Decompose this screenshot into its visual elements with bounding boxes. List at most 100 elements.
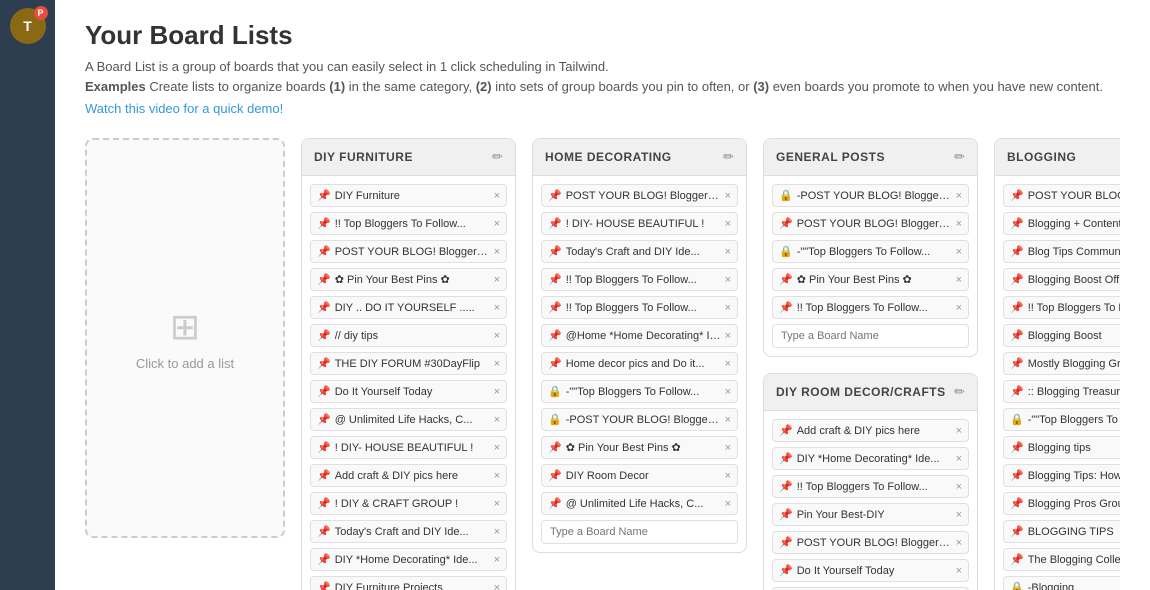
remove-board-button[interactable]: × — [956, 274, 962, 286]
remove-board-button[interactable]: × — [956, 190, 962, 202]
pin-icon: 📌 — [317, 497, 331, 510]
type-board-input[interactable] — [772, 324, 969, 348]
pin-icon: 📌 — [548, 245, 562, 258]
remove-board-button[interactable]: × — [725, 330, 731, 342]
remove-board-button[interactable]: × — [725, 302, 731, 314]
remove-board-button[interactable]: × — [956, 425, 962, 437]
board-tag: 📌!! Top Bloggers To Follow...× — [541, 268, 738, 291]
board-tag: 📌Blogging tips× — [1003, 436, 1120, 459]
remove-board-button[interactable]: × — [494, 582, 500, 590]
board-tag-text: DIY .. DO IT YOURSELF ..... — [335, 302, 490, 314]
pin-icon: 📌 — [548, 329, 562, 342]
board-tag: 📌DIY *Home Decorating* Ide...× — [310, 548, 507, 571]
remove-board-button[interactable]: × — [725, 358, 731, 370]
video-link[interactable]: Watch this video for a quick demo! — [85, 101, 283, 116]
page-description: A Board List is a group of boards that y… — [85, 57, 1120, 96]
remove-board-button[interactable]: × — [956, 565, 962, 577]
pin-icon: 📌 — [1010, 525, 1024, 538]
remove-board-button[interactable]: × — [956, 537, 962, 549]
board-tag: 📌!! Top Bloggers To Follow...× — [1003, 296, 1120, 319]
remove-board-button[interactable]: × — [494, 358, 500, 370]
remove-board-button[interactable]: × — [725, 246, 731, 258]
board-tag-text: ! DIY & CRAFT GROUP ! — [335, 498, 490, 510]
pin-icon: 📌 — [1010, 329, 1024, 342]
board-tag-text: ! DIY- HOUSE BEAUTIFUL ! — [335, 442, 490, 454]
pin-icon: 📌 — [779, 217, 793, 230]
remove-board-button[interactable]: × — [494, 330, 500, 342]
pin-icon: 📌 — [548, 357, 562, 370]
pin-icon: 📌 — [1010, 217, 1024, 230]
board-tag-text: @ Unlimited Life Hacks, C... — [335, 414, 490, 426]
board-tag: 📌Today's Craft and DIY Ide...× — [541, 240, 738, 263]
remove-board-button[interactable]: × — [494, 386, 500, 398]
board-tag: 📌Add craft & DIY pics here× — [772, 419, 969, 442]
pin-icon: 📌 — [1010, 357, 1024, 370]
add-list-box[interactable]: ⊞ Click to add a list — [85, 138, 285, 538]
board-tag-text: Add craft & DIY pics here — [335, 470, 490, 482]
board-tag-text: Add craft & DIY pics here — [797, 425, 952, 437]
pin-icon: 📌 — [317, 273, 331, 286]
remove-board-button[interactable]: × — [956, 218, 962, 230]
remove-board-button[interactable]: × — [725, 414, 731, 426]
remove-board-button[interactable]: × — [956, 481, 962, 493]
board-tag: 📌 DIY .. DO IT YOURSELF ..... × — [310, 296, 507, 319]
board-tag-text: ✿ Pin Your Best Pins ✿ — [797, 273, 952, 286]
lock-icon: 🔒 — [1010, 413, 1024, 426]
remove-board-button[interactable]: × — [725, 190, 731, 202]
remove-board-button[interactable]: × — [956, 246, 962, 258]
board-tag: 📌✿ Pin Your Best Pins ✿× — [772, 268, 969, 291]
pin-icon: 📌 — [317, 525, 331, 538]
column-header-home-decorating: HOME DECORATING✏ — [533, 139, 746, 176]
board-tag-text: !! Top Bloggers To Follow... — [1028, 302, 1120, 314]
pin-icon: 📌 — [548, 273, 562, 286]
remove-board-button[interactable]: × — [494, 190, 500, 202]
board-tag-text: !! Top Bloggers To Follow... — [335, 218, 490, 230]
board-tag: 🔒-POST YOUR BLOG! Bloggers...× — [541, 408, 738, 431]
board-tag: 📌:: Blogging Treasure ::× — [1003, 380, 1120, 403]
remove-board-button[interactable]: × — [725, 274, 731, 286]
pin-icon: 📌 — [779, 564, 793, 577]
board-tag-text: Blogging Boost — [1028, 330, 1120, 342]
remove-board-button[interactable]: × — [494, 498, 500, 510]
pin-icon: 📌 — [548, 469, 562, 482]
remove-board-button[interactable]: × — [494, 302, 500, 314]
type-board-input[interactable] — [541, 520, 738, 544]
remove-board-button[interactable]: × — [494, 554, 500, 566]
remove-board-button[interactable]: × — [725, 218, 731, 230]
pin-icon: 📌 — [1010, 385, 1024, 398]
board-tag: 📌@ Unlimited Life Hacks, C...× — [310, 408, 507, 431]
remove-board-button[interactable]: × — [494, 526, 500, 538]
main-content: Your Board Lists A Board List is a group… — [55, 0, 1150, 590]
remove-board-button[interactable]: × — [725, 470, 731, 482]
remove-board-button[interactable]: × — [494, 274, 500, 286]
avatar[interactable]: T P — [10, 8, 46, 44]
board-tag: 🔒-Blogging× — [1003, 576, 1120, 590]
pin-icon: 📌 — [317, 189, 331, 202]
remove-board-button[interactable]: × — [725, 498, 731, 510]
remove-board-button[interactable]: × — [956, 302, 962, 314]
remove-board-button[interactable]: × — [494, 470, 500, 482]
edit-column-icon[interactable]: ✏ — [492, 149, 503, 165]
edit-column-icon[interactable]: ✏ — [723, 149, 734, 165]
remove-board-button[interactable]: × — [725, 386, 731, 398]
board-tag-text: DIY Furniture — [335, 190, 490, 202]
remove-board-button[interactable]: × — [725, 442, 731, 454]
pin-icon: 📌 — [317, 357, 331, 370]
add-list-icon: ⊞ — [170, 306, 200, 348]
remove-board-button[interactable]: × — [494, 246, 500, 258]
remove-board-button[interactable]: × — [494, 442, 500, 454]
board-tag-text: // diy tips — [335, 330, 490, 342]
column-title-general-posts: GENERAL POSTS — [776, 150, 885, 164]
board-tag: 📌POST YOUR BLOG! Bloggers...× — [772, 212, 969, 235]
column-body-general-posts: 🔒-POST YOUR BLOG! Bloggers...×📌POST YOUR… — [764, 176, 977, 356]
remove-board-button[interactable]: × — [956, 453, 962, 465]
remove-board-button[interactable]: × — [956, 509, 962, 521]
pin-icon: 📌 — [548, 441, 562, 454]
edit-column-icon[interactable]: ✏ — [954, 384, 965, 400]
pin-icon: 📌 — [317, 301, 331, 314]
board-tag-text: DIY Furniture Projects — [335, 582, 490, 590]
edit-column-icon[interactable]: ✏ — [954, 149, 965, 165]
board-tag-text: -POST YOUR BLOG! Bloggers... — [797, 190, 952, 202]
remove-board-button[interactable]: × — [494, 414, 500, 426]
remove-board-button[interactable]: × — [494, 218, 500, 230]
